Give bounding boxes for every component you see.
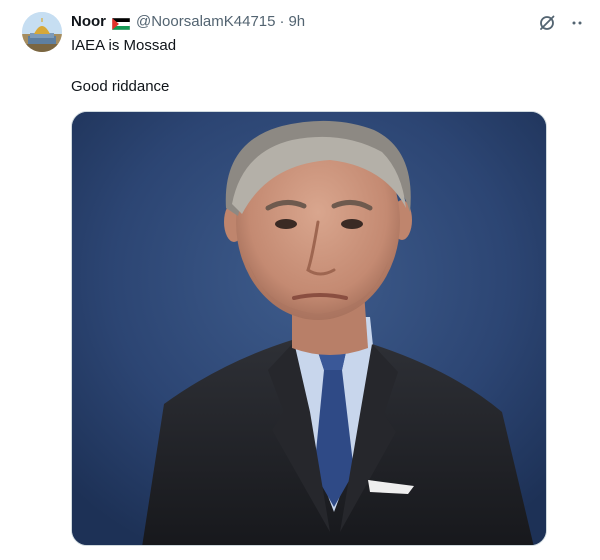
grok-icon[interactable] [538,14,556,32]
separator-dot: · [279,13,285,30]
tweet-text-line-1: IAEA is Mossad [71,37,177,54]
tweet-header: Noor @NoorsalamK44715 · 9h [71,12,305,32]
tweet-media-photo[interactable] [71,111,547,546]
tweet-text-line-2: Good riddance [71,78,170,95]
display-name[interactable]: Noor [71,12,106,32]
author-handle[interactable]: @NoorsalamK44715 [136,12,275,32]
timestamp[interactable]: 9h [288,12,305,32]
portrait-photo [72,112,546,545]
avatar[interactable] [22,12,62,52]
palestine-flag-icon [111,16,131,31]
header-actions [538,14,586,32]
tweet[interactable]: Noor @NoorsalamK44715 · 9h IAEA is Mossa… [0,0,600,560]
more-icon[interactable] [568,14,586,32]
